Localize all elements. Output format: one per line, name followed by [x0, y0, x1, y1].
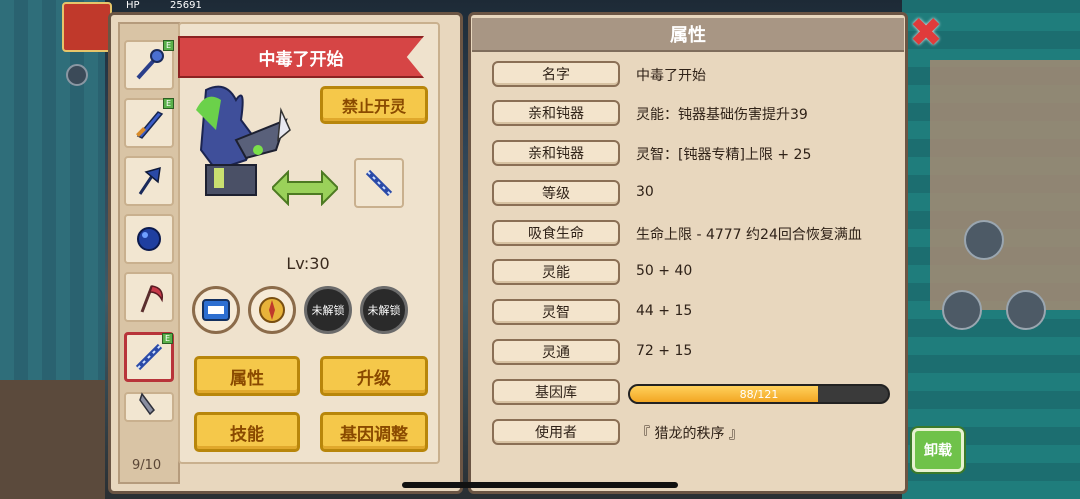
- rune-slot-2[interactable]: [248, 286, 296, 334]
- inventory-slot[interactable]: [124, 392, 174, 422]
- hp-label: HP: [126, 0, 140, 11]
- floor-left-lower: [0, 380, 105, 499]
- hp-value: 25691: [170, 0, 202, 11]
- settings-icon[interactable]: [66, 64, 88, 86]
- inventory-slot[interactable]: [124, 272, 174, 322]
- room-right: [930, 60, 1080, 310]
- home-indicator: [402, 482, 678, 488]
- equipped-badge: E: [163, 98, 174, 109]
- rune-slot-1[interactable]: [192, 286, 240, 334]
- book-icon[interactable]: [942, 290, 982, 330]
- equipped-badge: E: [163, 40, 174, 51]
- attributes-title: 属性: [472, 18, 904, 52]
- equipped-weapon-slot[interactable]: [354, 158, 404, 208]
- gear-icon[interactable]: [964, 220, 1004, 260]
- attr-value: 中毒了开始: [636, 68, 706, 84]
- attr-value: 灵智：[钝器专精]上限 + 25: [636, 147, 812, 163]
- pet-level: Lv:30: [286, 254, 330, 273]
- pet-name-ribbon: 中毒了开始: [178, 36, 424, 78]
- attr-label: 灵智: [492, 299, 620, 325]
- equipped-badge: E: [162, 333, 173, 344]
- inventory-slot[interactable]: E: [124, 98, 174, 148]
- attr-label: 亲和钝器: [492, 140, 620, 166]
- skills-button[interactable]: 技能: [194, 412, 300, 452]
- attr-label: 基因库: [492, 379, 620, 405]
- hourglass-icon[interactable]: [1006, 290, 1046, 330]
- blade-icon: [139, 392, 155, 416]
- mace-icon: [136, 49, 164, 80]
- inventory-slot[interactable]: [124, 156, 174, 206]
- attr-value: 72 + 15: [636, 343, 693, 359]
- card-icon: [202, 299, 230, 321]
- attributes-button[interactable]: 属性: [194, 356, 300, 396]
- attr-value: 30: [636, 184, 654, 200]
- staff-icon: [135, 343, 163, 371]
- gene-progress-text: 88/121: [739, 387, 779, 401]
- attr-label: 灵通: [492, 339, 620, 365]
- attr-value: 灵能：钝器基础伤害提升39: [636, 107, 808, 123]
- forbid-spirit-button[interactable]: 禁止开灵: [320, 86, 428, 124]
- attr-label: 亲和钝器: [492, 100, 620, 126]
- attr-value: 44 + 15: [636, 303, 693, 319]
- attr-label: 使用者: [492, 419, 620, 445]
- inventory-slot-selected[interactable]: E: [124, 332, 174, 382]
- inventory-slot[interactable]: [124, 214, 174, 264]
- staff-icon: [365, 169, 393, 197]
- orb-icon: [137, 227, 161, 251]
- attr-label: 灵能: [492, 259, 620, 285]
- scythe-icon: [140, 285, 164, 313]
- close-icon[interactable]: ✖: [906, 13, 946, 54]
- player-avatar[interactable]: [62, 2, 112, 52]
- locked-slot-2[interactable]: 未解锁: [360, 286, 408, 334]
- attr-label: 等级: [492, 180, 620, 206]
- axe-icon: [138, 166, 161, 195]
- swap-arrow-icon: [272, 170, 338, 206]
- page-indicator: 9/10: [132, 458, 162, 473]
- upgrade-button[interactable]: 升级: [320, 356, 428, 396]
- compass-icon: [259, 297, 285, 323]
- unequip-button[interactable]: 卸载: [912, 428, 964, 472]
- inventory-slot[interactable]: E: [124, 40, 174, 90]
- gene-adjust-button[interactable]: 基因调整: [320, 412, 428, 452]
- attr-value: 『 猎龙的秩序 』: [636, 426, 743, 442]
- attr-label: 吸食生命: [492, 220, 620, 246]
- attr-value: 生命上限 - 4777 约24回合恢复满血: [636, 227, 862, 243]
- gene-progress-bar: 88/121: [628, 384, 890, 404]
- attr-label: 名字: [492, 61, 620, 87]
- sword-icon: [136, 111, 164, 139]
- locked-slot-1[interactable]: 未解锁: [304, 286, 352, 334]
- attr-value: 50 + 40: [636, 263, 693, 279]
